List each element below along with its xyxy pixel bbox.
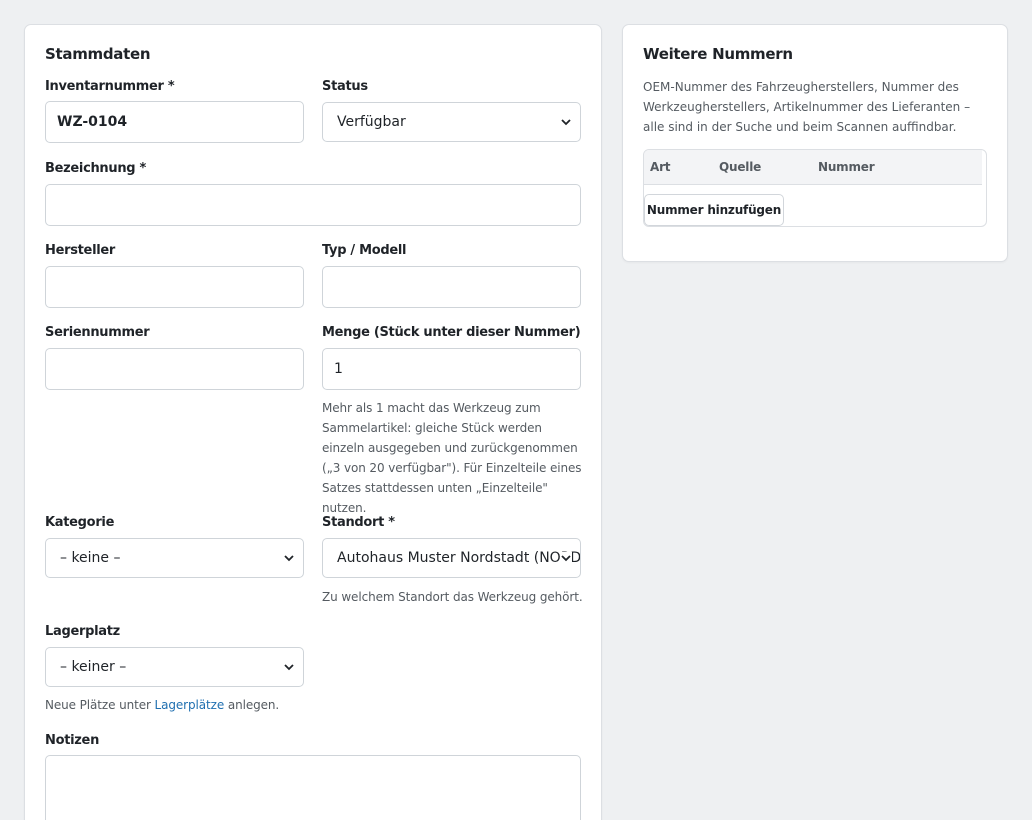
lagerplatz-help-text: Neue Plätze unter Lagerplätze anlegen. <box>45 695 445 715</box>
lagerplatz-help-prefix: Neue Plätze unter <box>45 698 155 712</box>
seriennummer-input[interactable] <box>45 348 304 390</box>
weitere-nummern-description: OEM-Nummer des Fahrzeugherstellers, Numm… <box>643 80 971 134</box>
column-header-art: Art <box>650 160 671 174</box>
lagerplatz-help-suffix: anlegen. <box>224 698 280 712</box>
chevron-down-icon <box>284 555 294 562</box>
typ-modell-label: Typ / Modell <box>322 243 407 258</box>
inventarnummer-label: Inventarnummer * <box>45 79 175 94</box>
nummern-table-header: Art Quelle Nummer <box>644 150 982 185</box>
standort-select[interactable]: Autohaus Muster Nordstadt (NORD) <box>322 538 581 578</box>
standort-label: Standort * <box>322 515 395 530</box>
column-header-nummer: Nummer <box>818 160 875 174</box>
kategorie-select-value: – keine – <box>60 550 121 566</box>
notizen-textarea[interactable] <box>45 755 581 820</box>
typ-modell-input[interactable] <box>322 266 581 308</box>
status-select[interactable]: Verfügbar <box>322 102 581 142</box>
lagerplatz-label: Lagerplatz <box>45 624 120 639</box>
menge-input[interactable] <box>322 348 581 390</box>
column-header-quelle: Quelle <box>719 160 762 174</box>
lagerplatz-select[interactable]: – keiner – <box>45 647 304 687</box>
weitere-nummern-card: Weitere Nummern OEM-Nummer des Fahrzeugh… <box>622 24 1008 262</box>
seriennummer-label: Seriennummer <box>45 325 150 340</box>
status-select-value: Verfügbar <box>337 114 406 130</box>
kategorie-label: Kategorie <box>45 515 115 530</box>
card-title-stammdaten: Stammdaten <box>45 45 151 63</box>
chevron-down-icon <box>284 664 294 671</box>
hersteller-label: Hersteller <box>45 243 116 258</box>
bezeichnung-input[interactable] <box>45 184 581 226</box>
standort-help-text: Zu welchem Standort das Werkzeug gehört. <box>322 590 583 604</box>
standort-select-value: Autohaus Muster Nordstadt (NORD) <box>337 550 581 566</box>
menge-label: Menge (Stück unter dieser Nummer) <box>322 325 581 340</box>
kategorie-select[interactable]: – keine – <box>45 538 304 578</box>
bezeichnung-label: Bezeichnung * <box>45 161 147 176</box>
hersteller-input[interactable] <box>45 266 304 308</box>
notizen-label: Notizen <box>45 733 100 748</box>
stammdaten-card: Stammdaten Inventarnummer * Status Verfü… <box>24 24 602 820</box>
menge-help-text: Mehr als 1 macht das Werkzeug zum Sammel… <box>322 401 582 515</box>
nummer-hinzufuegen-button[interactable]: Nummer hinzufügen <box>644 194 784 226</box>
lagerplatz-select-value: – keiner – <box>60 659 127 675</box>
chevron-down-icon <box>560 552 572 564</box>
status-label: Status <box>322 79 368 94</box>
nummern-table: Art Quelle Nummer Nummer hinzufügen <box>643 149 987 227</box>
lagerplaetze-link[interactable]: Lagerplätze <box>155 698 225 712</box>
chevron-down-icon <box>561 119 571 126</box>
inventarnummer-input[interactable] <box>45 101 304 143</box>
card-title-weitere-nummern: Weitere Nummern <box>643 45 793 63</box>
